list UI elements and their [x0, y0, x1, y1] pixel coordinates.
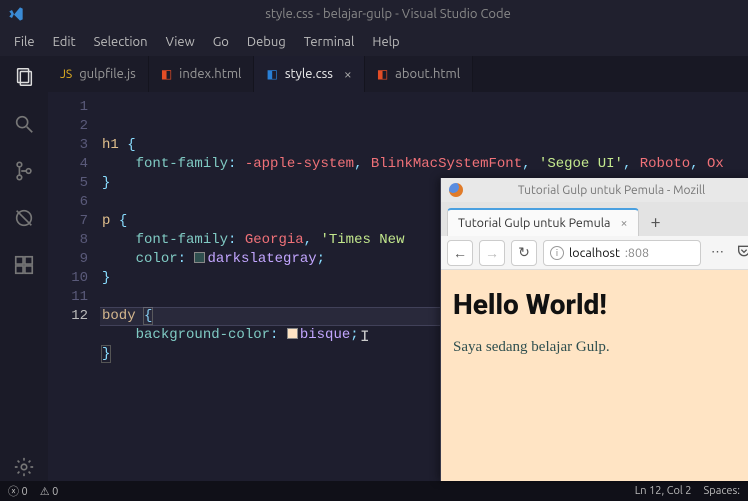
pocket-icon[interactable]: [734, 243, 748, 262]
close-icon[interactable]: ×: [620, 216, 627, 230]
firefox-page-content: Hello World! Saya sedang belajar Gulp.: [441, 270, 748, 481]
html-file-icon: ◧: [377, 67, 388, 81]
html-file-icon: ◧: [161, 67, 172, 81]
firefox-logo-icon: [449, 183, 463, 197]
firefox-toolbar: ← → ↻ i localhost :808 ⋯: [441, 236, 748, 270]
tab-label: gulpfile.js: [79, 67, 136, 81]
site-info-icon[interactable]: i: [550, 246, 564, 260]
firefox-window: Tutorial Gulp untuk Pemula - Mozill Tuto…: [440, 178, 748, 481]
tab-index-html[interactable]: ◧ index.html: [149, 56, 255, 92]
activity-bar: [0, 56, 48, 481]
debug-icon[interactable]: [13, 207, 35, 232]
back-button[interactable]: ←: [447, 240, 473, 266]
tab-label: style.css: [285, 67, 333, 81]
page-heading: Hello World!: [453, 288, 748, 321]
url-bar[interactable]: i localhost :808: [543, 240, 701, 266]
css-file-icon: ◧: [266, 67, 277, 81]
tab-gulpfile-js[interactable]: JS gulpfile.js: [48, 56, 149, 92]
menu-go[interactable]: Go: [205, 32, 237, 52]
tab-style-css[interactable]: ◧ style.css ×: [254, 56, 364, 92]
menubar: File Edit Selection View Go Debug Termin…: [0, 28, 748, 56]
firefox-tab[interactable]: Tutorial Gulp untuk Pemula ×: [447, 208, 639, 236]
window-titlebar: style.css - belajar-gulp - Visual Studio…: [0, 0, 748, 28]
files-icon[interactable]: [13, 66, 35, 91]
firefox-tab-label: Tutorial Gulp untuk Pemula: [458, 216, 610, 230]
js-file-icon: JS: [60, 68, 72, 81]
firefox-window-title: Tutorial Gulp untuk Pemula - Mozill: [471, 184, 748, 197]
indent-info[interactable]: Spaces:: [704, 485, 741, 497]
new-tab-button[interactable]: +: [645, 208, 667, 236]
line-number-gutter: 1234 5678 9101112: [48, 92, 102, 481]
status-bar: ⓧ 0 ⚠ 0 Ln 12, Col 2 Spaces:: [0, 481, 748, 501]
tab-about-html[interactable]: ◧ about.html: [365, 56, 473, 92]
menu-terminal[interactable]: Terminal: [296, 32, 363, 52]
text-cursor-icon: I: [360, 328, 370, 347]
close-icon[interactable]: ×: [340, 66, 352, 82]
menu-help[interactable]: Help: [364, 32, 407, 52]
menu-debug[interactable]: Debug: [239, 32, 294, 52]
extensions-icon[interactable]: [13, 254, 35, 279]
window-title: style.css - belajar-gulp - Visual Studio…: [36, 7, 740, 21]
page-paragraph: Saya sedang belajar Gulp.: [453, 339, 748, 356]
firefox-titlebar: Tutorial Gulp untuk Pemula - Mozill: [441, 178, 748, 202]
gear-icon[interactable]: [13, 456, 35, 481]
source-control-icon[interactable]: [13, 160, 35, 185]
tab-label: index.html: [179, 67, 241, 81]
firefox-tab-bar: Tutorial Gulp untuk Pemula × +: [441, 202, 748, 236]
editor-tabs: JS gulpfile.js ◧ index.html ◧ style.css …: [48, 56, 748, 92]
tab-label: about.html: [395, 67, 460, 81]
menu-view[interactable]: View: [158, 32, 203, 52]
error-count[interactable]: ⓧ 0: [8, 483, 28, 499]
url-host: localhost: [569, 246, 620, 260]
page-actions-icon[interactable]: ⋯: [707, 245, 728, 260]
search-icon[interactable]: [13, 113, 35, 138]
cursor-position[interactable]: Ln 12, Col 2: [635, 485, 692, 497]
menu-selection[interactable]: Selection: [86, 32, 156, 52]
forward-button[interactable]: →: [479, 240, 505, 266]
menu-edit[interactable]: Edit: [45, 32, 84, 52]
vscode-logo-icon: [8, 6, 24, 22]
menu-file[interactable]: File: [6, 32, 43, 52]
url-rest: :808: [625, 246, 649, 260]
warning-count[interactable]: ⚠ 0: [40, 485, 59, 498]
reload-button[interactable]: ↻: [511, 240, 537, 266]
